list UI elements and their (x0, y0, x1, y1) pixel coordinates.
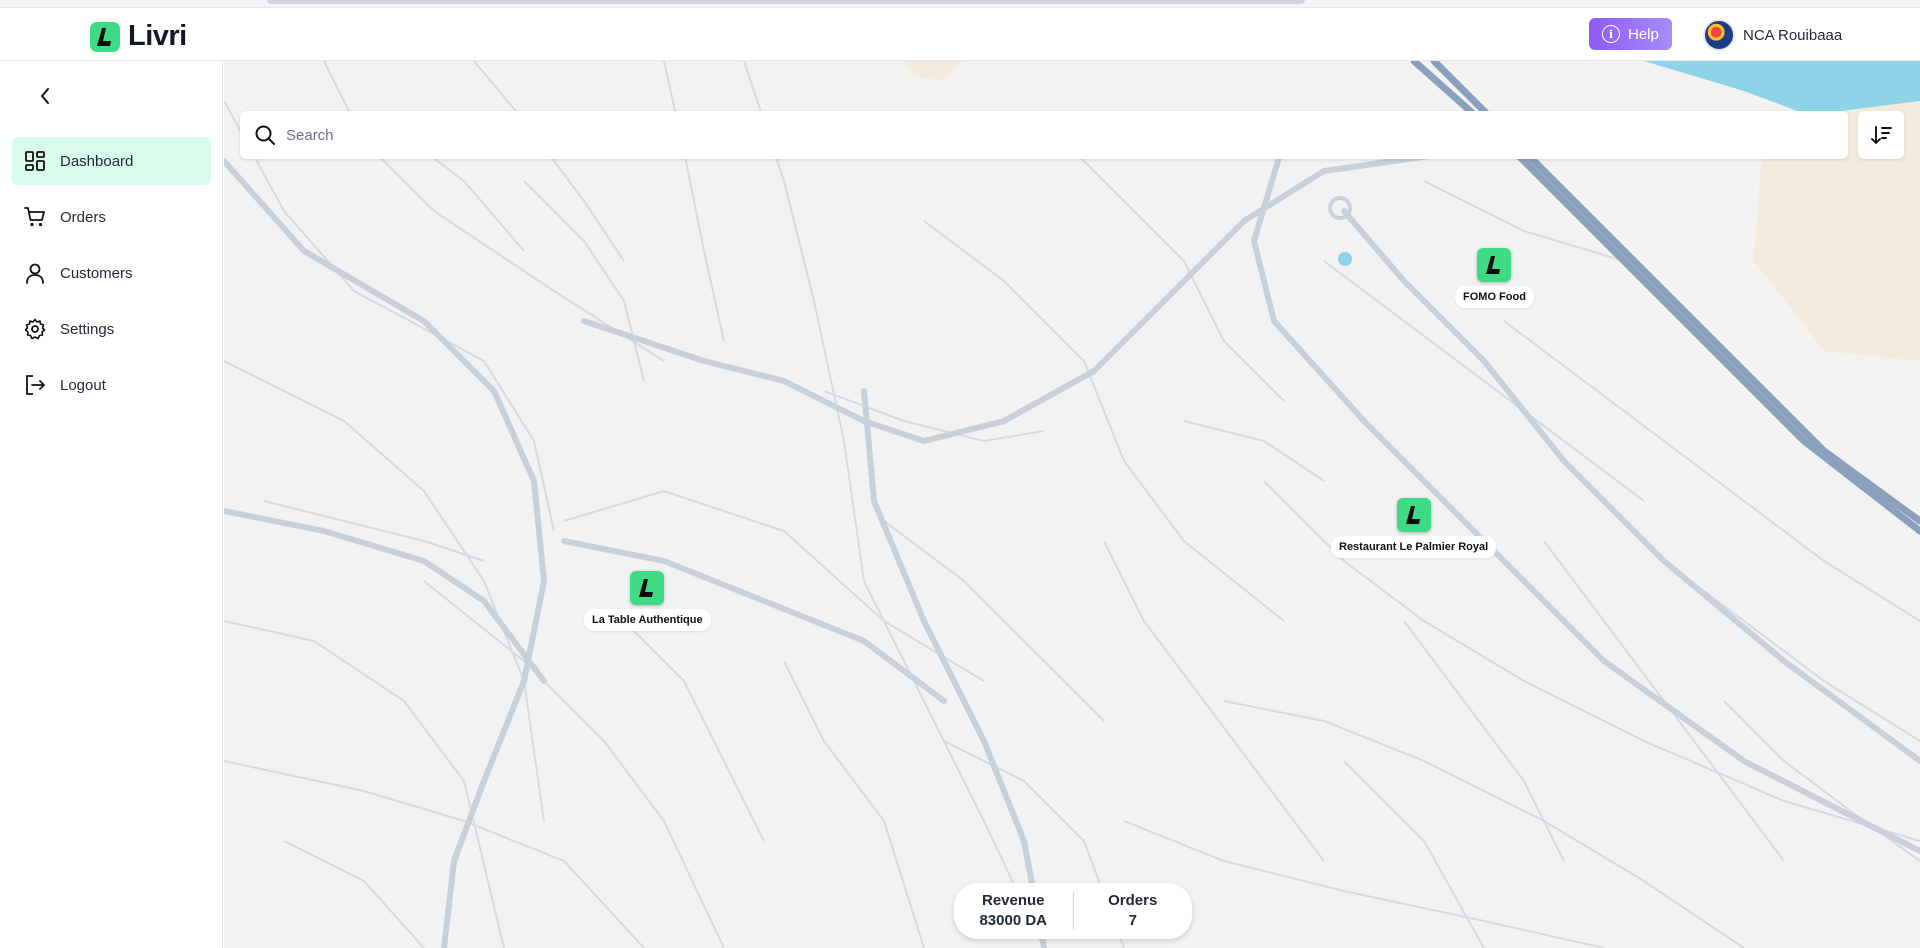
help-label: Help (1628, 25, 1659, 43)
map-roads (224, 61, 1920, 948)
help-button[interactable]: i Help (1589, 18, 1672, 50)
sidebar-item-label: Dashboard (60, 152, 134, 170)
sidebar-item-dashboard[interactable]: Dashboard (12, 137, 211, 185)
sidebar-item-customers[interactable]: Customers (12, 249, 211, 297)
sidebar-item-logout[interactable]: Logout (12, 361, 211, 409)
dashboard-icon (25, 151, 45, 171)
sidebar-item-label: Settings (60, 320, 115, 338)
revenue-stat: Revenue 83000 DA (954, 891, 1073, 931)
account-name: NCA Rouibaaa (1743, 26, 1843, 44)
user-icon (26, 263, 44, 284)
map-search-bar (240, 111, 1848, 159)
sort-button[interactable] (1858, 111, 1904, 159)
marker-label: FOMO Food (1455, 286, 1534, 308)
account-menu[interactable]: NCA Rouibaaa (1703, 19, 1842, 51)
app-logo[interactable]: Livri (90, 20, 187, 53)
sidebar: Dashboard Orders Customers Settings Logo… (0, 61, 223, 948)
sidebar-item-label: Customers (60, 264, 133, 282)
restaurant-marker[interactable]: Restaurant Le Palmier Royal (1331, 498, 1497, 558)
orders-label: Orders (1108, 892, 1158, 909)
marker-label: Restaurant Le Palmier Royal (1331, 536, 1497, 558)
sidebar-item-label: Orders (60, 208, 106, 226)
horizontal-scrollbar[interactable] (267, 0, 1305, 4)
cart-icon (24, 207, 45, 227)
sort-icon (1871, 126, 1892, 144)
logo-mark-icon (1477, 248, 1512, 282)
collapse-sidebar-button[interactable] (34, 85, 56, 107)
browser-scroll-strip (0, 0, 1920, 8)
restaurant-marker[interactable]: FOMO Food (1455, 248, 1534, 308)
orders-value: 7 (1128, 912, 1137, 929)
logo-mark-icon (630, 571, 665, 605)
chevron-left-icon (41, 88, 49, 104)
revenue-label: Revenue (981, 892, 1045, 909)
sidebar-item-settings[interactable]: Settings (12, 305, 211, 353)
app-name: Livri (128, 20, 187, 52)
sidebar-item-orders[interactable]: Orders (12, 193, 211, 241)
map-view[interactable]: FOMO Food Restaurant Le Palmier Royal La… (224, 61, 1920, 948)
revenue-value: 83000 DA (979, 912, 1048, 929)
search-input[interactable] (286, 126, 1786, 144)
gear-icon (24, 318, 46, 340)
info-icon: i (1602, 25, 1620, 43)
marker-label: La Table Authentique (584, 609, 711, 631)
restaurant-marker[interactable]: La Table Authentique (584, 571, 711, 631)
sidebar-nav: Dashboard Orders Customers Settings Logo… (12, 137, 211, 417)
logo-mark-icon (1396, 498, 1431, 532)
orders-stat: Orders 7 (1074, 891, 1193, 931)
logo-mark-icon (90, 21, 120, 52)
sidebar-item-label: Logout (60, 376, 106, 394)
avatar (1703, 19, 1735, 51)
top-header: Livri i Help NCA Rouibaaa (0, 8, 1920, 61)
logout-icon (26, 375, 45, 395)
search-icon (255, 125, 275, 145)
stats-panel: Revenue 83000 DA Orders 7 (954, 883, 1192, 939)
